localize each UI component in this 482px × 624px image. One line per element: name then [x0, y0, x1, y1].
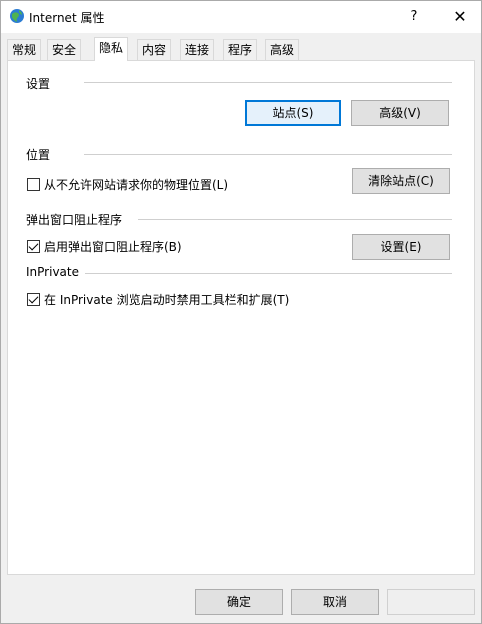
disable-toolbars-label: 在 InPrivate 浏览启动时禁用工具栏和扩展(T): [44, 293, 290, 307]
inprivate-divider: [84, 273, 452, 274]
title-bar: Internet 属性 ? ✕: [1, 1, 481, 33]
tab-content[interactable]: 内容: [137, 39, 172, 60]
disable-toolbars-row[interactable]: 在 InPrivate 浏览启动时禁用工具栏和扩展(T): [27, 291, 289, 308]
tab-privacy[interactable]: 隐私: [94, 37, 129, 61]
never-allow-location-row[interactable]: 从不允许网站请求你的物理位置(L): [27, 176, 228, 193]
enable-popup-blocker-checkbox[interactable]: [27, 240, 40, 253]
never-allow-location-checkbox[interactable]: [27, 178, 40, 191]
help-button[interactable]: ?: [399, 3, 429, 31]
settings-divider: [84, 82, 452, 83]
apply-button[interactable]: [387, 589, 475, 615]
window-title: Internet 属性: [29, 11, 105, 25]
tab-strip: 常规 安全 隐私 内容 连接 程序 高级: [7, 37, 477, 61]
popup-settings-button[interactable]: 设置(E): [352, 234, 450, 260]
never-allow-location-label: 从不允许网站请求你的物理位置(L): [44, 178, 229, 192]
tab-programs[interactable]: 程序: [223, 39, 258, 60]
cancel-button[interactable]: 取消: [291, 589, 379, 615]
tab-security[interactable]: 安全: [47, 39, 82, 60]
internet-properties-dialog: Internet 属性 ? ✕ 常规 安全 隐私 内容 连接 程序 高级 设置 …: [0, 0, 482, 624]
advanced-button[interactable]: 高级(V): [351, 100, 449, 126]
ok-button[interactable]: 确定: [195, 589, 283, 615]
tab-advanced[interactable]: 高级: [265, 39, 300, 60]
privacy-panel: 设置 站点(S) 高级(V) 位置 从不允许网站请求你的物理位置(L) 清除站点…: [7, 60, 475, 575]
settings-group-label: 设置: [26, 75, 57, 92]
popup-group-label: 弹出窗口阻止程序: [26, 211, 129, 228]
tab-general[interactable]: 常规: [7, 39, 42, 60]
enable-popup-blocker-row[interactable]: 启用弹出窗口阻止程序(B): [27, 238, 182, 255]
location-divider: [84, 154, 452, 155]
location-group-label: 位置: [26, 146, 57, 163]
close-button[interactable]: ✕: [443, 3, 477, 31]
tab-connections[interactable]: 连接: [180, 39, 215, 60]
disable-toolbars-checkbox[interactable]: [27, 293, 40, 306]
internet-globe-icon: [9, 8, 25, 24]
popup-divider: [138, 219, 452, 220]
enable-popup-blocker-label: 启用弹出窗口阻止程序(B): [44, 240, 182, 254]
clear-sites-button[interactable]: 清除站点(C): [352, 168, 450, 194]
inprivate-group-label: InPrivate: [26, 265, 85, 279]
sites-button[interactable]: 站点(S): [245, 100, 341, 126]
